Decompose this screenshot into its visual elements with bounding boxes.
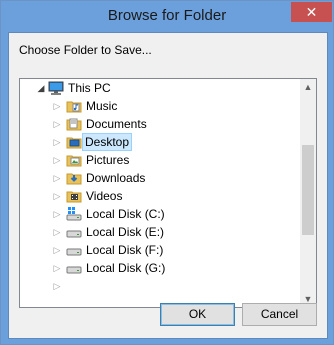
tree-item-label: Desktop bbox=[82, 133, 133, 151]
computer-icon bbox=[48, 80, 64, 96]
desktop-folder-icon bbox=[66, 134, 82, 150]
tree-item-label: Music bbox=[86, 99, 118, 113]
tree-item-partial[interactable]: ▷ bbox=[20, 277, 300, 295]
music-folder-icon bbox=[66, 98, 82, 114]
videos-folder-icon bbox=[66, 188, 82, 204]
expand-arrow-icon[interactable]: ▷ bbox=[52, 133, 62, 151]
tree-item-label: Local Disk (G:) bbox=[86, 261, 166, 275]
downloads-folder-icon bbox=[66, 170, 82, 186]
drive-icon bbox=[66, 224, 82, 240]
expand-arrow-icon[interactable]: ▷ bbox=[52, 241, 62, 259]
tree-item-label: Local Disk (F:) bbox=[86, 243, 164, 257]
tree-item-label: Videos bbox=[86, 189, 123, 203]
tree-item-downloads[interactable]: ▷ Downloads bbox=[20, 169, 300, 187]
close-icon: ✕ bbox=[305, 4, 318, 20]
ok-button[interactable]: OK bbox=[160, 303, 235, 326]
tree-item-label: This PC bbox=[68, 81, 111, 95]
tree-item-local-disk-e[interactable]: ▷ Local Disk (E:) bbox=[20, 223, 300, 241]
expand-arrow-icon[interactable]: ▷ bbox=[52, 169, 62, 187]
dialog-title: Browse for Folder bbox=[107, 7, 227, 24]
collapse-arrow-icon[interactable]: ◢ bbox=[36, 79, 46, 97]
expand-arrow-icon[interactable]: ▷ bbox=[52, 205, 62, 223]
tree-item-label: Local Disk (C:) bbox=[86, 207, 165, 221]
expand-arrow-icon[interactable]: ▷ bbox=[52, 259, 62, 277]
folder-tree-content: ◢ This PC ▷ Music ▷ Documents ▷ Desktop … bbox=[20, 79, 300, 307]
tree-item-local-disk-f[interactable]: ▷ Local Disk (F:) bbox=[20, 241, 300, 259]
tree-item-videos[interactable]: ▷ Videos bbox=[20, 187, 300, 205]
drive-icon bbox=[66, 260, 82, 276]
tree-item-label: Documents bbox=[86, 117, 147, 131]
windows-drive-icon bbox=[66, 206, 82, 222]
scrollbar-thumb[interactable] bbox=[302, 145, 314, 235]
dialog-body: Choose Folder to Save... ◢ This PC ▷ Mus… bbox=[8, 32, 328, 339]
expand-arrow-icon[interactable]: ▷ bbox=[52, 151, 62, 169]
vertical-scrollbar[interactable]: ▲ ▼ bbox=[300, 79, 316, 307]
browse-folder-dialog: Browse for Folder ✕ Choose Folder to Sav… bbox=[0, 0, 334, 345]
instruction-text: Choose Folder to Save... bbox=[19, 43, 152, 57]
documents-folder-icon bbox=[66, 116, 82, 132]
expand-arrow-icon[interactable]: ▷ bbox=[52, 115, 62, 133]
tree-item-pictures[interactable]: ▷ Pictures bbox=[20, 151, 300, 169]
cancel-button[interactable]: Cancel bbox=[242, 303, 317, 326]
tree-item-desktop[interactable]: ▷ Desktop bbox=[20, 133, 300, 151]
folder-tree[interactable]: ◢ This PC ▷ Music ▷ Documents ▷ Desktop … bbox=[19, 78, 317, 308]
drive-icon bbox=[66, 242, 82, 258]
tree-item-this-pc[interactable]: ◢ This PC bbox=[20, 79, 300, 97]
tree-item-local-disk-g[interactable]: ▷ Local Disk (G:) bbox=[20, 259, 300, 277]
tree-item-label: Pictures bbox=[86, 153, 130, 167]
scroll-up-arrow-icon[interactable]: ▲ bbox=[300, 79, 316, 95]
expand-arrow-icon[interactable]: ▷ bbox=[52, 223, 62, 241]
pictures-folder-icon bbox=[66, 152, 82, 168]
expand-arrow-icon[interactable]: ▷ bbox=[52, 97, 62, 115]
tree-item-music[interactable]: ▷ Music bbox=[20, 97, 300, 115]
expand-arrow-icon[interactable]: ▷ bbox=[52, 277, 62, 295]
tree-item-label: Local Disk (E:) bbox=[86, 225, 165, 239]
expand-arrow-icon[interactable]: ▷ bbox=[52, 187, 62, 205]
tree-item-local-disk-c[interactable]: ▷ Local Disk (C:) bbox=[20, 205, 300, 223]
close-button[interactable]: ✕ bbox=[291, 2, 332, 22]
tree-item-documents[interactable]: ▷ Documents bbox=[20, 115, 300, 133]
title-bar[interactable]: Browse for Folder ✕ bbox=[1, 1, 333, 32]
tree-item-label: Downloads bbox=[86, 171, 146, 185]
